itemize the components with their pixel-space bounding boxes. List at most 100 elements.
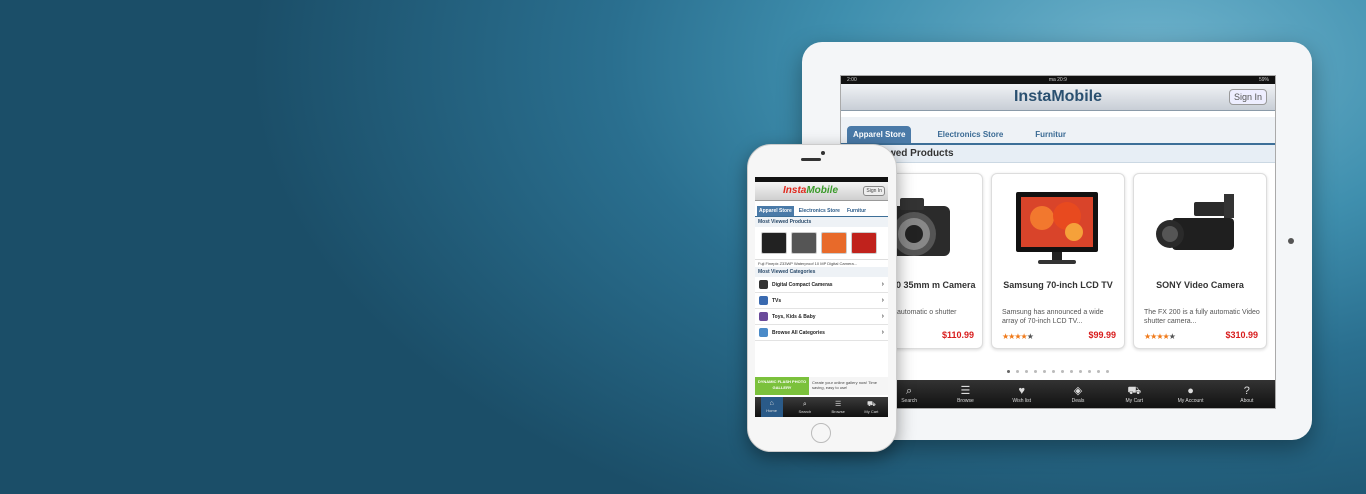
video-camera-image	[1156, 194, 1234, 250]
tabbar-home[interactable]: ⌂ Home	[760, 397, 783, 417]
tab-furniture[interactable]: Furnitur	[1029, 126, 1072, 143]
phone-tab-bar: ⌂ Home ⌕ Search ☰ Browse ⛟ My Cart	[755, 397, 888, 417]
tabbar-label: Home	[766, 408, 777, 413]
chevron-right-icon: ›	[881, 313, 884, 320]
product-name: Samsung 70-inch LCD TV	[1003, 280, 1113, 290]
banner-left: DYNAMIC FLASH PHOTO GALLERY	[755, 377, 809, 395]
browse-icon: ☰	[960, 384, 971, 397]
tabbar-browse[interactable]: ☰ Browse	[945, 385, 985, 404]
category-row[interactable]: Toys, Kids & Baby ›	[755, 309, 888, 325]
store-tabs: Apparel Store Electronics Store Furnitur	[841, 117, 1275, 145]
chevron-right-icon: ›	[881, 329, 884, 336]
phone-camera	[821, 151, 825, 155]
sign-in-button[interactable]: Sign In	[863, 186, 885, 196]
tabbar-browse[interactable]: ☰ Browse	[827, 401, 849, 414]
tab-electronics-store[interactable]: Electronics Store	[931, 126, 1009, 143]
product-thumbnails	[755, 227, 888, 260]
product-card[interactable]: SONY Video Camera The FX 200 is a fully …	[1133, 173, 1267, 349]
tabbar-my-cart[interactable]: ⛟ My Cart	[1114, 385, 1154, 404]
tabbar-search[interactable]: ⌕ Search	[794, 401, 816, 414]
tablet-status-bar: 2:00 ma 20:9 59%	[841, 76, 1275, 84]
rating-stars: ★★★★★	[1144, 332, 1176, 341]
tabbar-my-account[interactable]: ● My Account	[1171, 385, 1211, 404]
tablet-tab-bar: ⌕ Search ☰ Browse ♥ Wish list ◈ Deals ⛟ My Ca…	[841, 380, 1275, 408]
phone-screen: InstaMobile Sign In Apparel Store Electr…	[755, 177, 888, 417]
toys-icon	[759, 312, 768, 321]
category-label: Digital Compact Cameras	[772, 281, 833, 288]
carousel-pager[interactable]	[841, 370, 1275, 373]
help-icon: ?	[1243, 384, 1250, 397]
product-card[interactable]: Samsung 70-inch LCD TV Samsung has annou…	[991, 173, 1125, 349]
rating-stars: ★★★★★	[1002, 332, 1034, 341]
tabbar-label: My Cart	[1125, 397, 1144, 404]
basket-icon	[759, 328, 768, 337]
tag-icon: ◈	[1073, 384, 1083, 397]
home-icon: ⌂	[769, 400, 774, 407]
product-desc: Samsung has announced a wide array of 70…	[1002, 309, 1104, 325]
heart-icon: ♥	[1018, 384, 1025, 397]
chevron-right-icon: ›	[881, 297, 884, 304]
product-price: $99.99	[1088, 330, 1116, 340]
phone-speaker	[801, 158, 821, 161]
tab-apparel-store[interactable]: Apparel Store	[847, 126, 912, 143]
tabbar-label: About	[1240, 397, 1254, 404]
user-icon: ●	[1187, 384, 1194, 397]
tabbar-label: My Account	[1177, 397, 1204, 404]
tab-apparel-store[interactable]: Apparel Store	[757, 206, 794, 216]
tv-icon	[759, 296, 768, 305]
category-label: Browse All Categories	[772, 329, 825, 336]
product-price: $110.99	[941, 330, 974, 340]
tv-image	[1016, 192, 1098, 264]
tabbar-label: Browse	[957, 397, 974, 404]
tabbar-label: Wish list	[1012, 397, 1032, 404]
tabbar-label: Browse	[831, 408, 845, 414]
ad-banner[interactable]: DYNAMIC FLASH PHOTO GALLERY Create your …	[755, 377, 888, 395]
tabbar-label: Deals	[1071, 397, 1085, 404]
tab-electronics-store[interactable]: Electronics Store	[797, 206, 842, 216]
phone-home-button[interactable]	[811, 423, 831, 443]
banner-right: Create your online gallery now! Time sav…	[809, 377, 888, 395]
product-thumb[interactable]	[851, 232, 877, 254]
camera-icon	[759, 280, 768, 289]
tablet-screen: 2:00 ma 20:9 59% InstaMobile Sign In App…	[840, 75, 1276, 409]
status-battery: 59%	[1258, 77, 1269, 83]
chevron-right-icon: ›	[881, 281, 884, 288]
product-desc: The FX 200 is a fully automatic Video sh…	[1144, 309, 1260, 325]
status-center: ma 20:9	[1048, 77, 1067, 83]
tabbar-my-cart[interactable]: ⛟ My Cart	[860, 401, 882, 414]
tabbar-about[interactable]: ? About	[1227, 385, 1267, 404]
category-label: Toys, Kids & Baby	[772, 313, 816, 320]
cart-icon: ⛟	[866, 400, 876, 408]
app-title: InstaMobile	[1013, 88, 1102, 105]
section-title: Most Viewed Products	[841, 145, 1275, 163]
most-viewed-products-title: Most Viewed Products	[755, 217, 888, 227]
category-row[interactable]: TVs ›	[755, 293, 888, 309]
category-row[interactable]: Browse All Categories ›	[755, 325, 888, 341]
app-logo: InstaMobile	[783, 185, 838, 196]
tablet-camera	[1288, 238, 1294, 244]
category-label: TVs	[772, 297, 782, 304]
tablet-navbar: InstaMobile Sign In	[841, 84, 1275, 111]
tab-furniture[interactable]: Furnitur	[845, 206, 868, 216]
logo-text-left: Insta	[783, 185, 807, 196]
product-thumb[interactable]	[761, 232, 787, 254]
tabbar-label: My Cart	[864, 408, 879, 414]
product-price: $310.99	[1225, 330, 1258, 340]
store-tabs: Apparel Store Electronics Store Furnitur	[755, 204, 888, 217]
status-time: 2:00	[847, 77, 857, 83]
tabbar-deals[interactable]: ◈ Deals	[1058, 385, 1098, 404]
tabbar-wish-list[interactable]: ♥ Wish list	[1002, 385, 1042, 404]
product-name: SONY Video Camera	[1156, 280, 1244, 290]
category-row[interactable]: Digital Compact Cameras ›	[755, 277, 888, 293]
logo-text-right: Mobile	[806, 185, 839, 196]
product-caption: Fuji Finepix Z33WP Waterproof 10 MP Digi…	[758, 261, 858, 266]
product-thumb[interactable]	[791, 232, 817, 254]
tabbar-label: Search	[901, 397, 918, 404]
product-carousel: g Fino 800 35mm m Camera 00 is a fully a…	[841, 163, 1275, 349]
product-thumb[interactable]	[821, 232, 847, 254]
cart-icon: ⛟	[1127, 384, 1142, 397]
phone-navbar: InstaMobile Sign In	[755, 182, 888, 201]
sign-in-button[interactable]: Sign In	[1228, 89, 1267, 105]
search-icon: ⌕	[802, 400, 807, 408]
browse-icon: ☰	[834, 400, 842, 408]
